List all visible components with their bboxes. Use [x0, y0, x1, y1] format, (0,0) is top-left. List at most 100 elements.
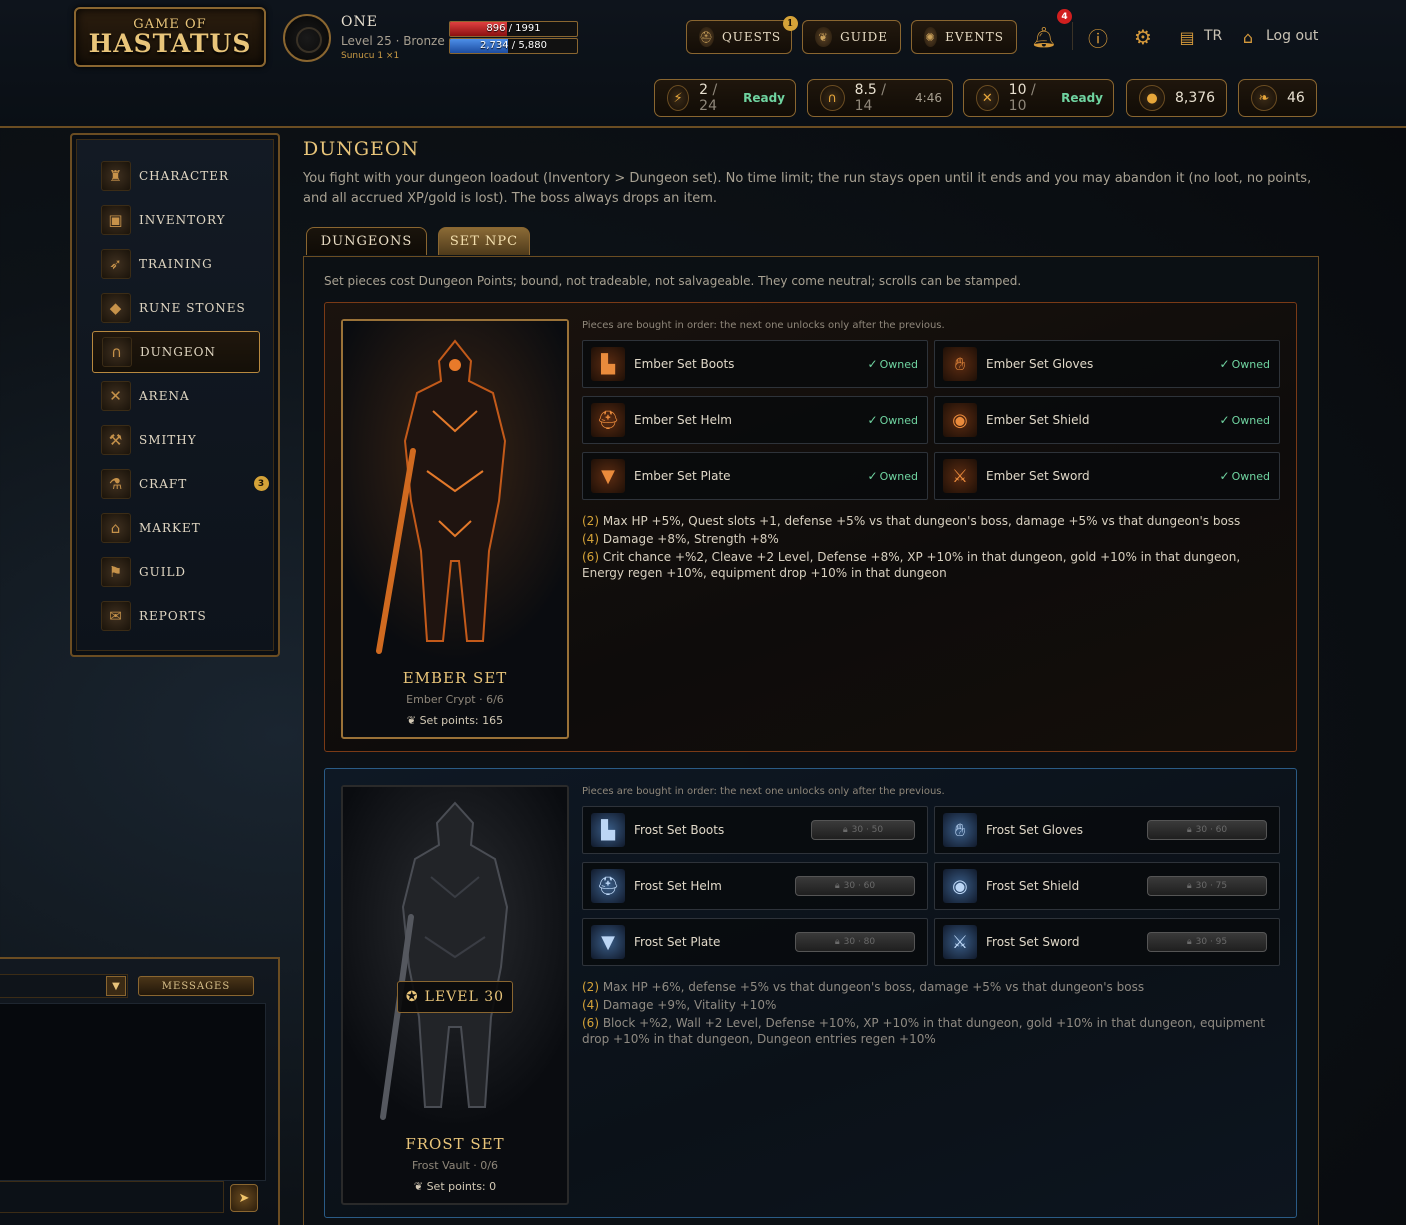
- piece-name: Ember Set Sword: [986, 469, 1090, 483]
- buy-cost: 30 · 50: [851, 825, 884, 835]
- quests-badge: 1: [783, 16, 798, 31]
- sidebar-item-label: ARENA: [139, 389, 190, 403]
- piece-ember-helm[interactable]: ⛑ Ember Set Helm ✓ Owned: [582, 396, 928, 444]
- locked-buy-button[interactable]: 🔒︎ 30 · 95: [1147, 932, 1267, 952]
- locked-buy-button[interactable]: 🔒︎ 30 · 80: [795, 932, 915, 952]
- sidebar-item-arena[interactable]: ✕ ARENA: [92, 375, 260, 417]
- lightning-icon: ⚡︎: [667, 85, 690, 111]
- player-guild: Sunucu 1 ×1: [341, 51, 400, 61]
- set-bonus-4: (4) Damage +9%, Vitality +10%: [582, 997, 1282, 1013]
- check-icon: ✓: [1219, 413, 1230, 427]
- rune-stone-icon: ◆: [101, 293, 131, 323]
- dungeon-resource[interactable]: ∩ 8.5 / 14 4:46: [807, 79, 953, 117]
- sidebar-item-label: TRAINING: [139, 257, 213, 271]
- sidebar-item-rune-stones[interactable]: ◆ RUNE STONES: [92, 287, 260, 329]
- bonus-count: (2): [582, 980, 599, 994]
- set-name: EMBER SET: [402, 669, 508, 687]
- events-button[interactable]: ✺ EVENTS: [911, 20, 1017, 54]
- set-bonus-6: (6) Block +%2, Wall +2 Level, Defense +1…: [582, 1015, 1282, 1047]
- gloves-icon: ✋︎: [943, 347, 977, 381]
- sidebar-item-dungeon[interactable]: ∩ DUNGEON: [92, 331, 260, 373]
- check-icon: ✓: [867, 357, 878, 371]
- sidebar-item-training[interactable]: ➶ TRAINING: [92, 243, 260, 285]
- chest-icon: ▣: [101, 205, 131, 235]
- piece-ember-gloves[interactable]: ✋︎ Ember Set Gloves ✓ Owned: [934, 340, 1280, 388]
- sword-icon: ⚔: [943, 459, 977, 493]
- energy-resource[interactable]: ⚡︎ 2 / 24 Ready: [654, 79, 796, 117]
- buy-cost: 30 · 60: [1195, 825, 1228, 835]
- chat-log[interactable]: [0, 1003, 266, 1181]
- gold-resource[interactable]: ● 8,376: [1126, 79, 1227, 117]
- logout-link[interactable]: Log out: [1266, 28, 1318, 44]
- laurel-icon: ❦: [413, 1180, 427, 1193]
- piece-name: Ember Set Plate: [634, 469, 731, 483]
- sidebar-item-label: REPORTS: [139, 609, 207, 623]
- gate-icon: ∩: [102, 337, 132, 367]
- sidebar-item-guild[interactable]: ⚑ GUILD: [92, 551, 260, 593]
- door-icon[interactable]: ⌂: [1235, 24, 1261, 50]
- bonus-text: Damage +8%, Strength +8%: [602, 532, 779, 546]
- sidebar-item-label: INVENTORY: [139, 213, 226, 227]
- language-toggle[interactable]: TR: [1204, 28, 1222, 44]
- sidebar-item-smithy[interactable]: ⚒ SMITHY: [92, 419, 260, 461]
- set-points-label: Set points: 165: [419, 714, 504, 727]
- sidebar-item-reports[interactable]: ✉ REPORTS: [92, 595, 260, 637]
- gate-icon: ∩: [820, 85, 845, 111]
- piece-ember-plate[interactable]: ▼ Ember Set Plate ✓ Owned: [582, 452, 928, 500]
- messages-button[interactable]: MESSAGES: [138, 976, 254, 996]
- bonus-count: (4): [582, 532, 599, 546]
- gems-resource[interactable]: ❧ 46: [1238, 79, 1317, 117]
- owned-label: Owned: [1231, 414, 1270, 427]
- gear-icon[interactable]: ⚙: [1130, 24, 1156, 50]
- energy-status: Ready: [743, 91, 785, 105]
- piece-ember-sword[interactable]: ⚔ Ember Set Sword ✓ Owned: [934, 452, 1280, 500]
- sidebar-item-inventory[interactable]: ▣ INVENTORY: [92, 199, 260, 241]
- send-icon[interactable]: ➤: [230, 1184, 258, 1212]
- sidebar-item-craft[interactable]: ⚗ CRAFT 3: [92, 463, 269, 505]
- locked-buy-button[interactable]: 🔒︎ 30 · 75: [1147, 876, 1267, 896]
- ember-set-card: EMBER SET Ember Crypt · 6/6 ❦ Set points…: [324, 302, 1297, 752]
- hp-bar: 896 / 1991: [449, 21, 578, 37]
- piece-frost-sword[interactable]: ⚔ Frost Set Sword 🔒︎ 30 · 95: [934, 918, 1280, 966]
- piece-frost-boots[interactable]: ▙ Frost Set Boots 🔒︎ 30 · 50: [582, 806, 928, 854]
- piece-frost-plate[interactable]: ▼ Frost Set Plate 🔒︎ 30 · 80: [582, 918, 928, 966]
- locked-buy-button[interactable]: 🔒︎ 30 · 60: [795, 876, 915, 896]
- piece-name: Frost Set Shield: [986, 879, 1080, 893]
- arena-resource[interactable]: ✕ 10 / 10 Ready: [963, 79, 1114, 117]
- tab-dungeons[interactable]: DUNGEONS: [306, 227, 427, 255]
- frost-knight-image: [343, 787, 567, 1127]
- piece-name: Ember Set Gloves: [986, 357, 1094, 371]
- page-title: DUNGEON: [303, 138, 420, 160]
- tree-icon: ✺: [924, 27, 938, 47]
- order-note: Pieces are bought in order: the next one…: [582, 786, 945, 797]
- piece-frost-shield[interactable]: ◉ Frost Set Shield 🔒︎ 30 · 75: [934, 862, 1280, 910]
- locked-buy-button[interactable]: 🔒︎ 30 · 50: [811, 820, 915, 840]
- gloves-icon: ✋︎: [943, 813, 977, 847]
- bell-icon[interactable]: 🔔︎: [1031, 24, 1057, 50]
- locked-buy-button[interactable]: 🔒︎ 30 · 60: [1147, 820, 1267, 840]
- sidebar-item-character[interactable]: ♜ CHARACTER: [92, 155, 260, 197]
- tab-set-npc[interactable]: SET NPC: [438, 227, 530, 255]
- guide-button[interactable]: ❦ GUIDE: [802, 20, 901, 54]
- info-icon[interactable]: ⓘ: [1085, 24, 1111, 51]
- piece-ember-shield[interactable]: ◉ Ember Set Shield ✓ Owned: [934, 396, 1280, 444]
- game-logo[interactable]: GAME OF HASTATUS: [74, 7, 266, 67]
- chat-input[interactable]: [0, 1181, 224, 1213]
- map-icon[interactable]: ▤: [1174, 24, 1200, 50]
- lock-icon: 🔒︎: [1186, 937, 1192, 947]
- sword-icon: ⚔: [943, 925, 977, 959]
- piece-frost-gloves[interactable]: ✋︎ Frost Set Gloves 🔒︎ 30 · 60: [934, 806, 1280, 854]
- bonus-text: Max HP +5%, Quest slots +1, defense +5% …: [602, 514, 1241, 528]
- piece-ember-boots[interactable]: ▙ Ember Set Boots ✓ Owned: [582, 340, 928, 388]
- sidebar-item-market[interactable]: ⌂ MARKET: [92, 507, 260, 549]
- avatar[interactable]: [283, 14, 331, 62]
- chestplate-icon: ▼: [591, 459, 625, 493]
- piece-frost-helm[interactable]: ⛑ Frost Set Helm 🔒︎ 30 · 60: [582, 862, 928, 910]
- quests-button[interactable]: ⛑ QUESTS 1: [686, 16, 798, 54]
- feather-icon: ❧: [1251, 85, 1277, 111]
- events-label: EVENTS: [945, 30, 1004, 44]
- top-bar: GAME OF HASTATUS ONE Level 25 · Bronze S…: [0, 0, 1406, 128]
- bonus-text: Damage +9%, Vitality +10%: [602, 998, 777, 1012]
- chevron-down-icon[interactable]: ▼: [106, 976, 126, 996]
- check-icon: ✓: [1219, 469, 1230, 483]
